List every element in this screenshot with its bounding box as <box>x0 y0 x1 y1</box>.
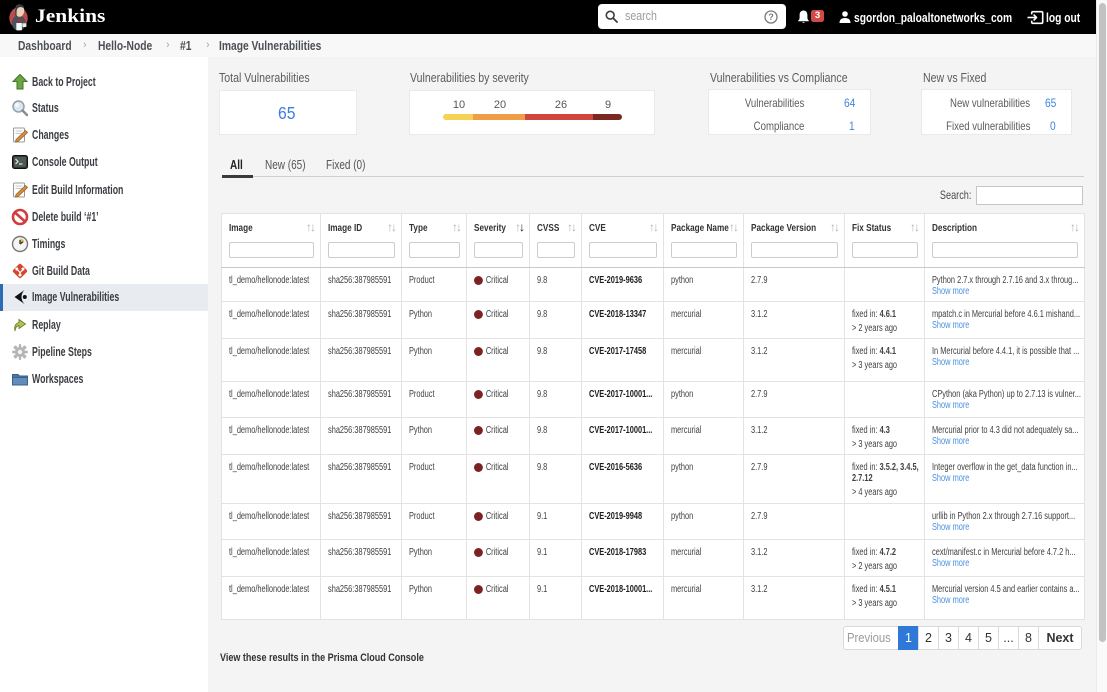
svg-text:?: ? <box>768 12 774 22</box>
